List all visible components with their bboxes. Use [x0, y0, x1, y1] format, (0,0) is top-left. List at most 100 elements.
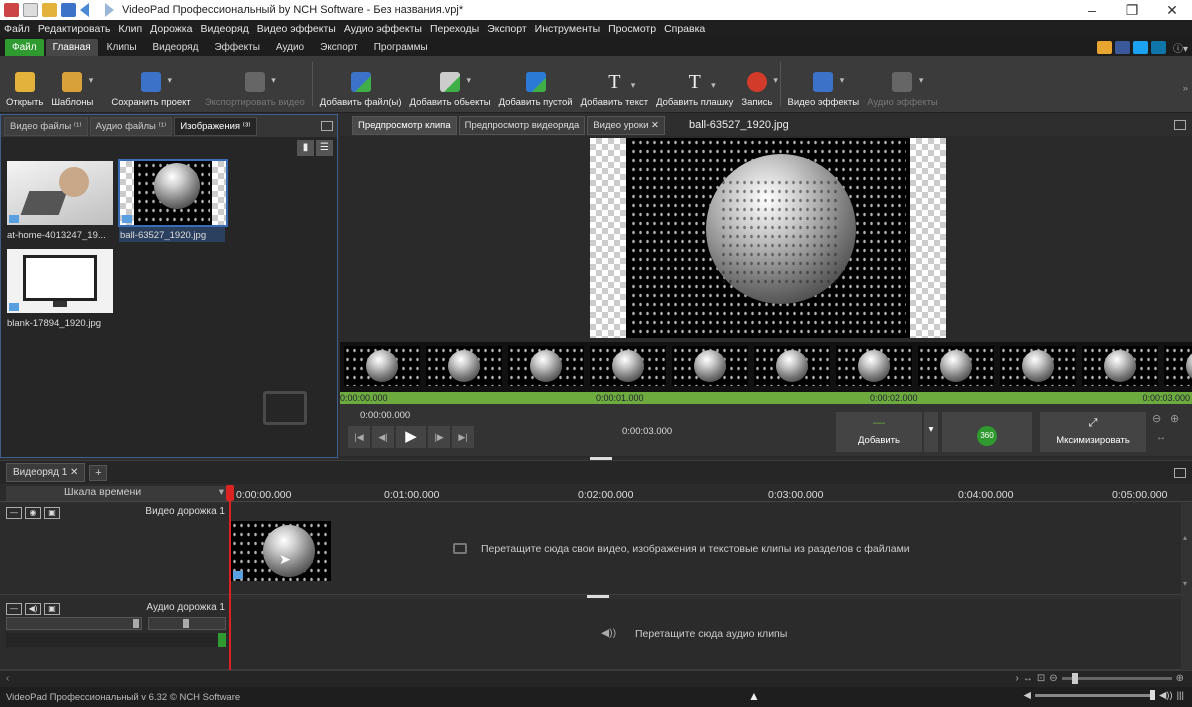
tab-audio-files[interactable]: Аудио файлы ⁽¹⁾ — [89, 116, 173, 136]
tab-sequence-1[interactable]: Видеоряд 1 ✕ — [6, 463, 86, 482]
video-effects-button[interactable]: Видео эффекты — [784, 55, 864, 112]
eye-icon[interactable]: ◉ — [25, 507, 41, 519]
help-icon[interactable]: ⓘ▾ — [1173, 40, 1188, 55]
menu-edit[interactable]: Редактировать — [38, 23, 111, 35]
zoom-in-icon[interactable]: ⊕ — [1176, 673, 1184, 684]
ribbon-tab-clips[interactable]: Клипы — [100, 39, 144, 56]
menu-tools[interactable]: Инструменты — [535, 23, 600, 35]
trash-icon[interactable]: ▮ — [297, 140, 314, 156]
tab-clip-preview[interactable]: Предпросмотр клипа — [352, 115, 457, 135]
media-item[interactable]: blank-17894_1920.jpg — [7, 249, 113, 329]
go-to-end-button[interactable]: ▶| — [452, 426, 474, 448]
audio-track-lane[interactable]: ◀)) Перетащите сюда аудио клипы — [231, 599, 1181, 670]
play-button[interactable]: ▶ — [396, 426, 426, 448]
undock-icon[interactable] — [321, 121, 333, 131]
restore-button[interactable]: ❐ — [1112, 0, 1152, 20]
add-caption-button[interactable]: T Добавить плашку — [652, 55, 737, 112]
speaker-icon[interactable]: ◀)) — [1159, 690, 1173, 701]
twitter-icon[interactable] — [1132, 41, 1148, 54]
minimize-button[interactable]: – — [1072, 0, 1112, 20]
like-icon[interactable] — [1096, 41, 1112, 54]
ribbon-tab-audio[interactable]: Аудио — [269, 39, 311, 56]
menu-help[interactable]: Справка — [664, 23, 705, 35]
tab-sequence-preview[interactable]: Предпросмотр видеоряда — [458, 115, 586, 135]
clip-filmstrip[interactable] — [340, 342, 1192, 394]
zoom-out-icon[interactable]: ⊖ — [1152, 412, 1161, 425]
timeline-scale-dropdown[interactable]: Шкала времени — [6, 486, 228, 501]
lock-icon[interactable]: ▣ — [44, 603, 60, 615]
add-to-sequence-button[interactable]: ‒‒ Добавить — [836, 412, 922, 452]
master-volume-slider[interactable] — [1034, 690, 1155, 700]
add-blank-button[interactable]: Добавить пустой — [495, 55, 577, 112]
list-view-icon[interactable]: ☰ — [316, 140, 333, 156]
zoom-in-icon[interactable]: ⊕ — [1170, 412, 1179, 425]
divider-handle[interactable] — [587, 595, 609, 598]
add-files-button[interactable]: Добавить файл(ы) — [316, 55, 406, 112]
add-objects-button[interactable]: Добавить обьекты — [406, 55, 495, 112]
add-sequence-button[interactable]: + — [89, 464, 108, 481]
zoom-fit-icon[interactable]: ⊡ — [1037, 673, 1045, 684]
timeline-clip[interactable]: ➤ — [231, 521, 331, 581]
undock-icon[interactable] — [1174, 467, 1186, 478]
menu-transitions[interactable]: Переходы — [430, 23, 479, 35]
track-volume-slider[interactable] — [6, 617, 142, 630]
open-folder-icon[interactable] — [42, 3, 57, 17]
tab-video-lessons[interactable]: Видео уроки ✕ — [587, 115, 665, 135]
volume-down-icon[interactable]: ◀ — [1024, 690, 1031, 701]
scroll-left-icon[interactable]: ‹ — [6, 673, 9, 684]
fit-width-icon[interactable]: ↔ — [1023, 673, 1033, 684]
fit-width-icon[interactable]: ↔ — [1156, 432, 1166, 443]
tab-images[interactable]: Изображения ⁽³⁾ — [174, 116, 257, 136]
clip-time-bar[interactable]: 0:00:00.000 0:00:01.000 0:00:02.000 0:00… — [340, 392, 1192, 404]
expand-panel-icon[interactable]: ▲ — [748, 689, 760, 703]
video-track-lane[interactable]: ➤ Перетащите сюда свои видео, изображени… — [231, 503, 1181, 595]
collapse-track-icon[interactable]: — — [6, 603, 22, 615]
step-back-button[interactable]: ◀| — [372, 426, 394, 448]
menu-track[interactable]: Дорожка — [150, 23, 192, 35]
add-dropdown-button[interactable]: ▾ — [924, 412, 938, 452]
new-project-icon[interactable] — [23, 3, 38, 17]
collapse-track-icon[interactable]: — — [6, 507, 22, 519]
menu-clip[interactable]: Клип — [118, 23, 142, 35]
ribbon-tab-programs[interactable]: Программы — [367, 39, 435, 56]
scroll-right-icon[interactable]: › — [1015, 673, 1018, 684]
timeline-ruler[interactable]: Шкала времени 0:00:00.000 0:01:00.000 0:… — [0, 485, 1192, 502]
view-360-button[interactable]: 360 — [942, 412, 1032, 452]
track-pan-slider[interactable] — [148, 617, 226, 630]
templates-button[interactable]: Шаблоны — [47, 55, 97, 112]
undo-icon[interactable] — [80, 3, 89, 17]
save-icon[interactable] — [61, 3, 76, 17]
ribbon-tab-export[interactable]: Экспорт — [313, 39, 365, 56]
ribbon-tab-sequence[interactable]: Видеоряд — [146, 39, 206, 56]
lock-icon[interactable]: ▣ — [44, 507, 60, 519]
save-project-button[interactable]: Сохранить проект — [97, 55, 194, 112]
timeline-zoom-slider[interactable] — [1061, 673, 1172, 684]
record-button[interactable]: Запись — [737, 55, 778, 112]
maximize-button[interactable]: ⤢ Мксимизировать — [1040, 412, 1146, 452]
menu-audio-effects[interactable]: Аудио эффекты — [344, 23, 422, 35]
playhead[interactable] — [229, 485, 231, 670]
go-to-start-button[interactable]: |◀ — [348, 426, 370, 448]
redo-icon[interactable] — [105, 3, 114, 17]
menu-sequence[interactable]: Видеоряд — [200, 23, 248, 35]
ribbon-tab-home[interactable]: Главная — [45, 39, 98, 56]
add-text-button[interactable]: T Добавить текст — [577, 55, 653, 112]
timeline-vertical-scrollbar[interactable]: ▴ ▾ — [1181, 503, 1192, 670]
ribbon-tab-file[interactable]: Файл — [5, 39, 44, 56]
zoom-out-icon[interactable]: ⊖ — [1049, 673, 1057, 684]
ribbon-tab-effects[interactable]: Эффекты — [207, 39, 266, 56]
undock-icon[interactable] — [1174, 120, 1186, 130]
menu-export[interactable]: Экспорт — [487, 23, 526, 35]
close-button[interactable]: ✕ — [1152, 0, 1192, 20]
media-item[interactable]: ball-63527_1920.jpg — [118, 159, 228, 242]
timeline-horizontal-scrollbar[interactable]: ‹ › ↔ ⊡ ⊖ ⊕ — [0, 670, 1192, 687]
export-video-button[interactable]: Экспортировать видео — [195, 55, 309, 112]
media-item[interactable]: at-home-4013247_19... — [7, 161, 113, 241]
menu-video-effects[interactable]: Видео эффекты — [257, 23, 336, 35]
facebook-icon[interactable] — [1114, 41, 1130, 54]
menu-view[interactable]: Просмотр — [608, 23, 656, 35]
step-forward-button[interactable]: |▶ — [428, 426, 450, 448]
menu-file[interactable]: Файл — [4, 23, 30, 35]
tab-video-files[interactable]: Видео файлы ⁽¹⁾ — [4, 116, 88, 136]
open-button[interactable]: Открыть — [2, 55, 47, 112]
